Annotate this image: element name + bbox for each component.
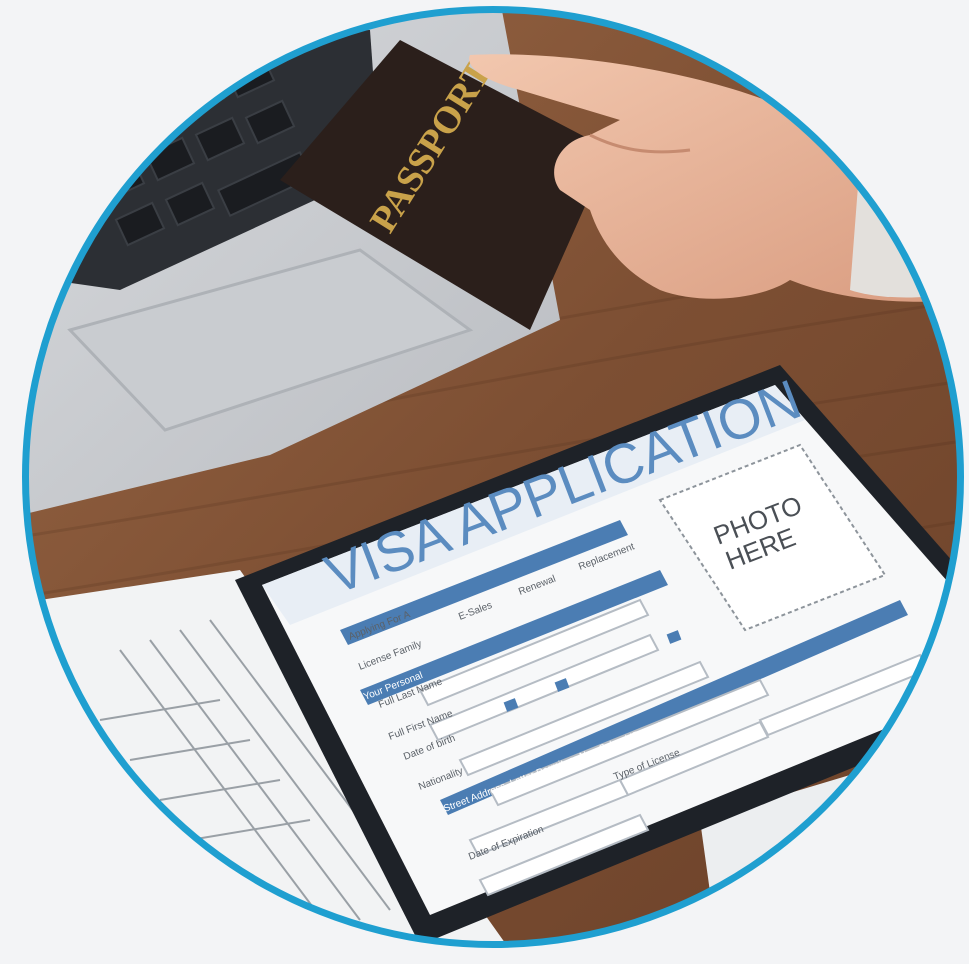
circular-photo: PASSPORT VISA APPLICATION PHOTO HERE App… <box>25 9 961 945</box>
visa-photo-scene: PASSPORT VISA APPLICATION PHOTO HERE App… <box>25 9 961 945</box>
